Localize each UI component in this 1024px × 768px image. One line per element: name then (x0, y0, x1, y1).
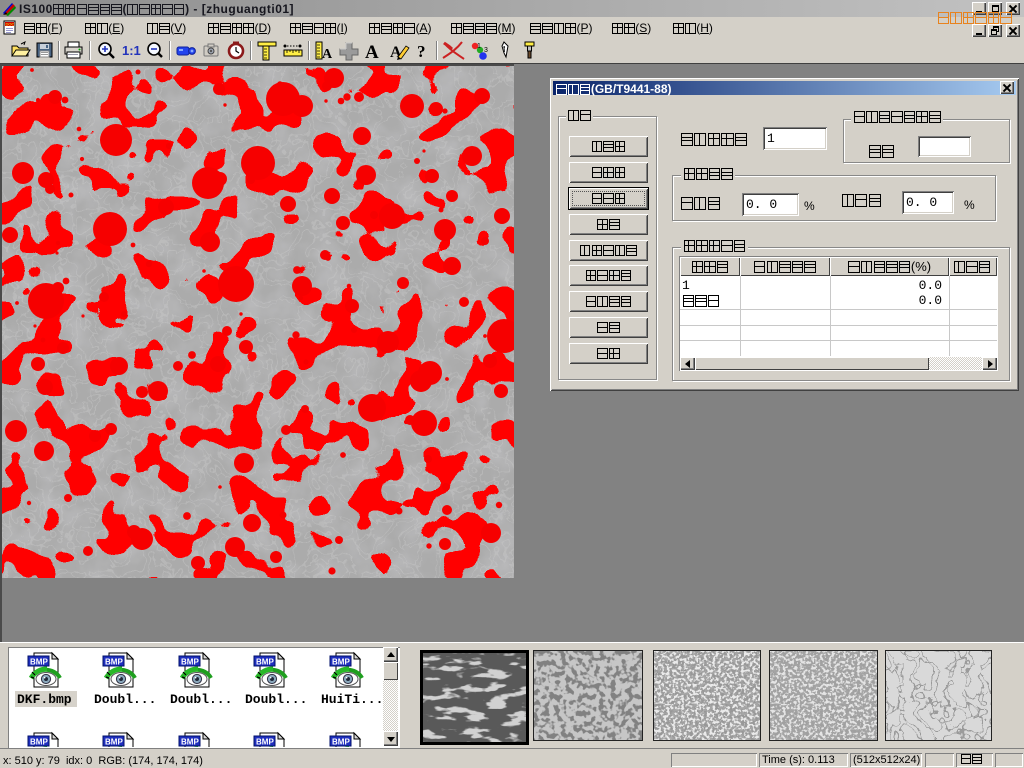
svg-text:3: 3 (484, 47, 488, 54)
svg-text:1:1: 1:1 (122, 43, 141, 58)
svg-text:A: A (365, 42, 379, 63)
svg-text:A: A (322, 47, 333, 62)
svg-text:?: ? (417, 42, 426, 61)
svg-text:DOC: DOC (6, 22, 15, 27)
svg-text:1: 1 (477, 43, 481, 50)
